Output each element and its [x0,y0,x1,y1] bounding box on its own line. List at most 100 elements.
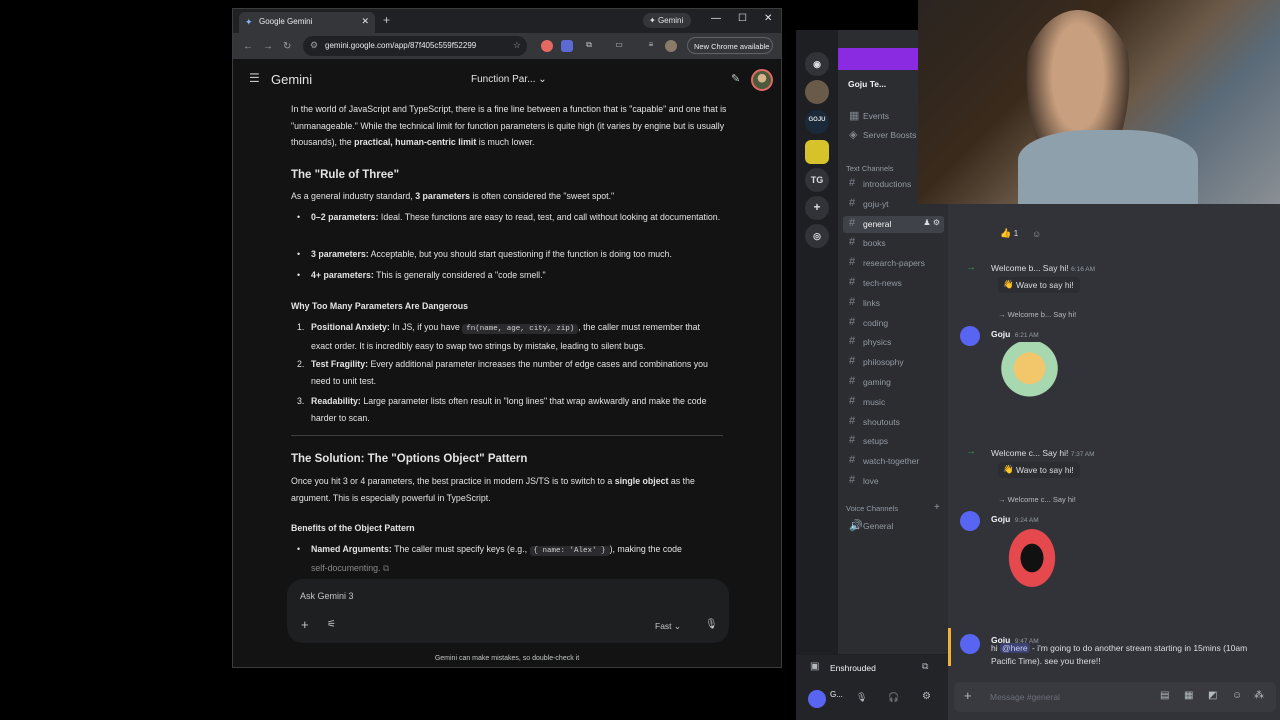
headphones-icon[interactable]: 🎧 [888,692,899,703]
message-input[interactable]: Message #general [990,692,1060,702]
close-tab-icon[interactable]: ✕ [361,16,369,27]
gemini-header: ☰ Gemini Function Par... ⌄ ✎ [233,59,781,99]
cast-icon[interactable]: ▭ [613,40,625,52]
channel-setups[interactable]: # setups [843,433,944,450]
server-banner [838,48,918,70]
profile-icon[interactable] [665,40,677,52]
user-name[interactable]: G... [830,690,843,699]
channel-links[interactable]: # links [843,295,944,312]
apps-icon[interactable]: ⁂ [1254,690,1264,701]
channel-love[interactable]: # love [843,473,944,490]
wave-button[interactable]: 👋 Wave to say hi! [998,462,1080,478]
server-icon-tg[interactable]: TG [805,168,829,192]
channel-settings-icon[interactable]: ♟ ⚙ [923,218,940,227]
media-icon[interactable]: ≡ [645,40,657,52]
microphone-icon[interactable]: 🎙 [856,692,867,703]
heading-rule-of-three: The "Rule of Three" [291,169,400,181]
new-chrome-available-button[interactable]: New Chrome available [687,37,773,54]
wave-icon: 👋 [1003,279,1014,289]
discover-icon[interactable]: ◎ [805,224,829,248]
extension-icon[interactable] [561,40,573,52]
wave-button[interactable]: 👋 Wave to say hi! [998,277,1080,293]
channel-label: introductions [863,179,912,189]
mode-selector[interactable]: Fast ⌄ [655,621,681,632]
new-tab-button[interactable]: + [383,13,390,27]
tools-icon[interactable]: ⚟ [327,619,336,630]
message-input-box[interactable]: + Message #general ▤ ▦ ◩ ☺ ⁂ [954,682,1276,712]
here-mention[interactable]: @here [999,643,1030,653]
reload-icon[interactable]: ↻ [283,41,291,52]
extensions-puzzle-icon[interactable]: ⧉ [583,40,595,52]
add-server-icon[interactable]: + [805,196,829,220]
bookmark-star-icon[interactable]: ☆ [513,40,521,51]
rule-paragraph: As a general industry standard, 3 parame… [291,191,615,201]
avatar[interactable] [960,511,980,531]
channel-general[interactable]: # general ♟ ⚙ [843,216,944,233]
reply-reference[interactable]: → Welcome c... Say hi! [998,495,1076,504]
add-channel-icon[interactable]: + [934,502,940,513]
emoji-icon[interactable]: ☺ [1232,690,1242,701]
prompt-box[interactable]: Ask Gemini 3 + ⚟ Fast ⌄ 🎙 [287,579,729,643]
channel-coding[interactable]: # coding [843,315,944,332]
hash-icon: # [849,236,856,248]
add-attachment-icon[interactable]: + [301,617,309,632]
welcome-message: Welcome b... Say hi! 6:16 AM [991,263,1096,273]
maximize-icon[interactable]: ☐ [738,13,747,24]
sticker-icon[interactable]: ◩ [1208,690,1217,701]
avatar[interactable] [960,634,980,654]
site-info-icon[interactable]: ⚙ [310,40,318,51]
prompt-input[interactable]: Ask Gemini 3 [300,591,354,601]
attach-plus-icon[interactable]: + [964,688,972,703]
avatar[interactable] [960,326,980,346]
heading-why: Why Too Many Parameters Are Dangerous [291,301,468,311]
hash-icon: # [849,296,856,308]
settings-gear-icon[interactable]: ⚙ [922,691,931,702]
join-arrow-icon: → [966,446,976,457]
channel-tech-news[interactable]: # tech-news [843,275,944,292]
tab-gemini[interactable]: ✦ Google Gemini ✕ [239,12,375,33]
voice-channels-category[interactable]: Voice Channels [846,504,898,513]
gemini-button[interactable]: ✦ Gemini [643,13,691,28]
channel-gaming[interactable]: # gaming [843,374,944,391]
reply-reference[interactable]: → Welcome b... Say hi! [998,310,1076,319]
hash-icon: # [849,276,856,288]
channel-research-papers[interactable]: # research-papers [843,255,944,272]
server-icon[interactable] [805,140,829,164]
menu-icon[interactable]: ☰ [249,71,260,85]
message-header: Goju 6:21 AM [991,329,1039,339]
avatar[interactable] [751,69,773,91]
text-channels-category[interactable]: Text Channels [846,164,894,173]
game-icon: ▣ [810,661,820,672]
chat-title-dropdown[interactable]: Function Par... ⌄ [471,74,547,85]
server-icon-goju[interactable]: GOJU [805,110,829,134]
forward-icon[interactable]: → [263,41,273,52]
channel-physics[interactable]: # physics [843,334,944,351]
gemini-button-label: Gemini [657,16,684,25]
gif-icon[interactable]: ▦ [1184,690,1193,701]
solution-paragraph: Once you hit 3 or 4 parameters, the best… [291,476,695,503]
extension-icon[interactable] [541,40,553,52]
server-icon[interactable] [805,80,829,104]
list-item: 3. Readability: Large parameter lists oft… [297,396,707,423]
heading-benefits: Benefits of the Object Pattern [291,523,415,533]
back-icon[interactable]: ← [243,41,253,52]
reaction-thumbs-up[interactable]: 👍 1 [1000,228,1018,239]
new-chat-icon[interactable]: ✎ [731,72,740,85]
channel-watch-together[interactable]: # watch-together [843,453,944,470]
close-window-icon[interactable]: ✕ [764,13,772,24]
channel-music[interactable]: # music [843,394,944,411]
intro-paragraph: In the world of JavaScript and TypeScrip… [291,104,727,147]
discord-home-icon[interactable]: ◉ [805,52,829,76]
minimize-icon[interactable]: — [711,13,721,24]
microphone-icon[interactable]: 🎙 [705,619,718,630]
gift-icon[interactable]: ▤ [1160,690,1169,701]
user-avatar[interactable] [808,690,826,708]
voice-channel-general[interactable]: 🔊 General [843,518,944,535]
channel-shoutouts[interactable]: # shoutouts [843,414,944,431]
channel-philosophy[interactable]: # philosophy [843,354,944,371]
screen-share-icon[interactable]: ⧉ [922,661,928,672]
channel-books[interactable]: # books [843,235,944,252]
add-reaction-icon[interactable]: ☺ [1032,229,1041,239]
omnibox[interactable]: ⚙ gemini.google.com/app/87f405c559f52299… [303,36,527,56]
server-name[interactable]: Goju Te... [848,79,886,89]
